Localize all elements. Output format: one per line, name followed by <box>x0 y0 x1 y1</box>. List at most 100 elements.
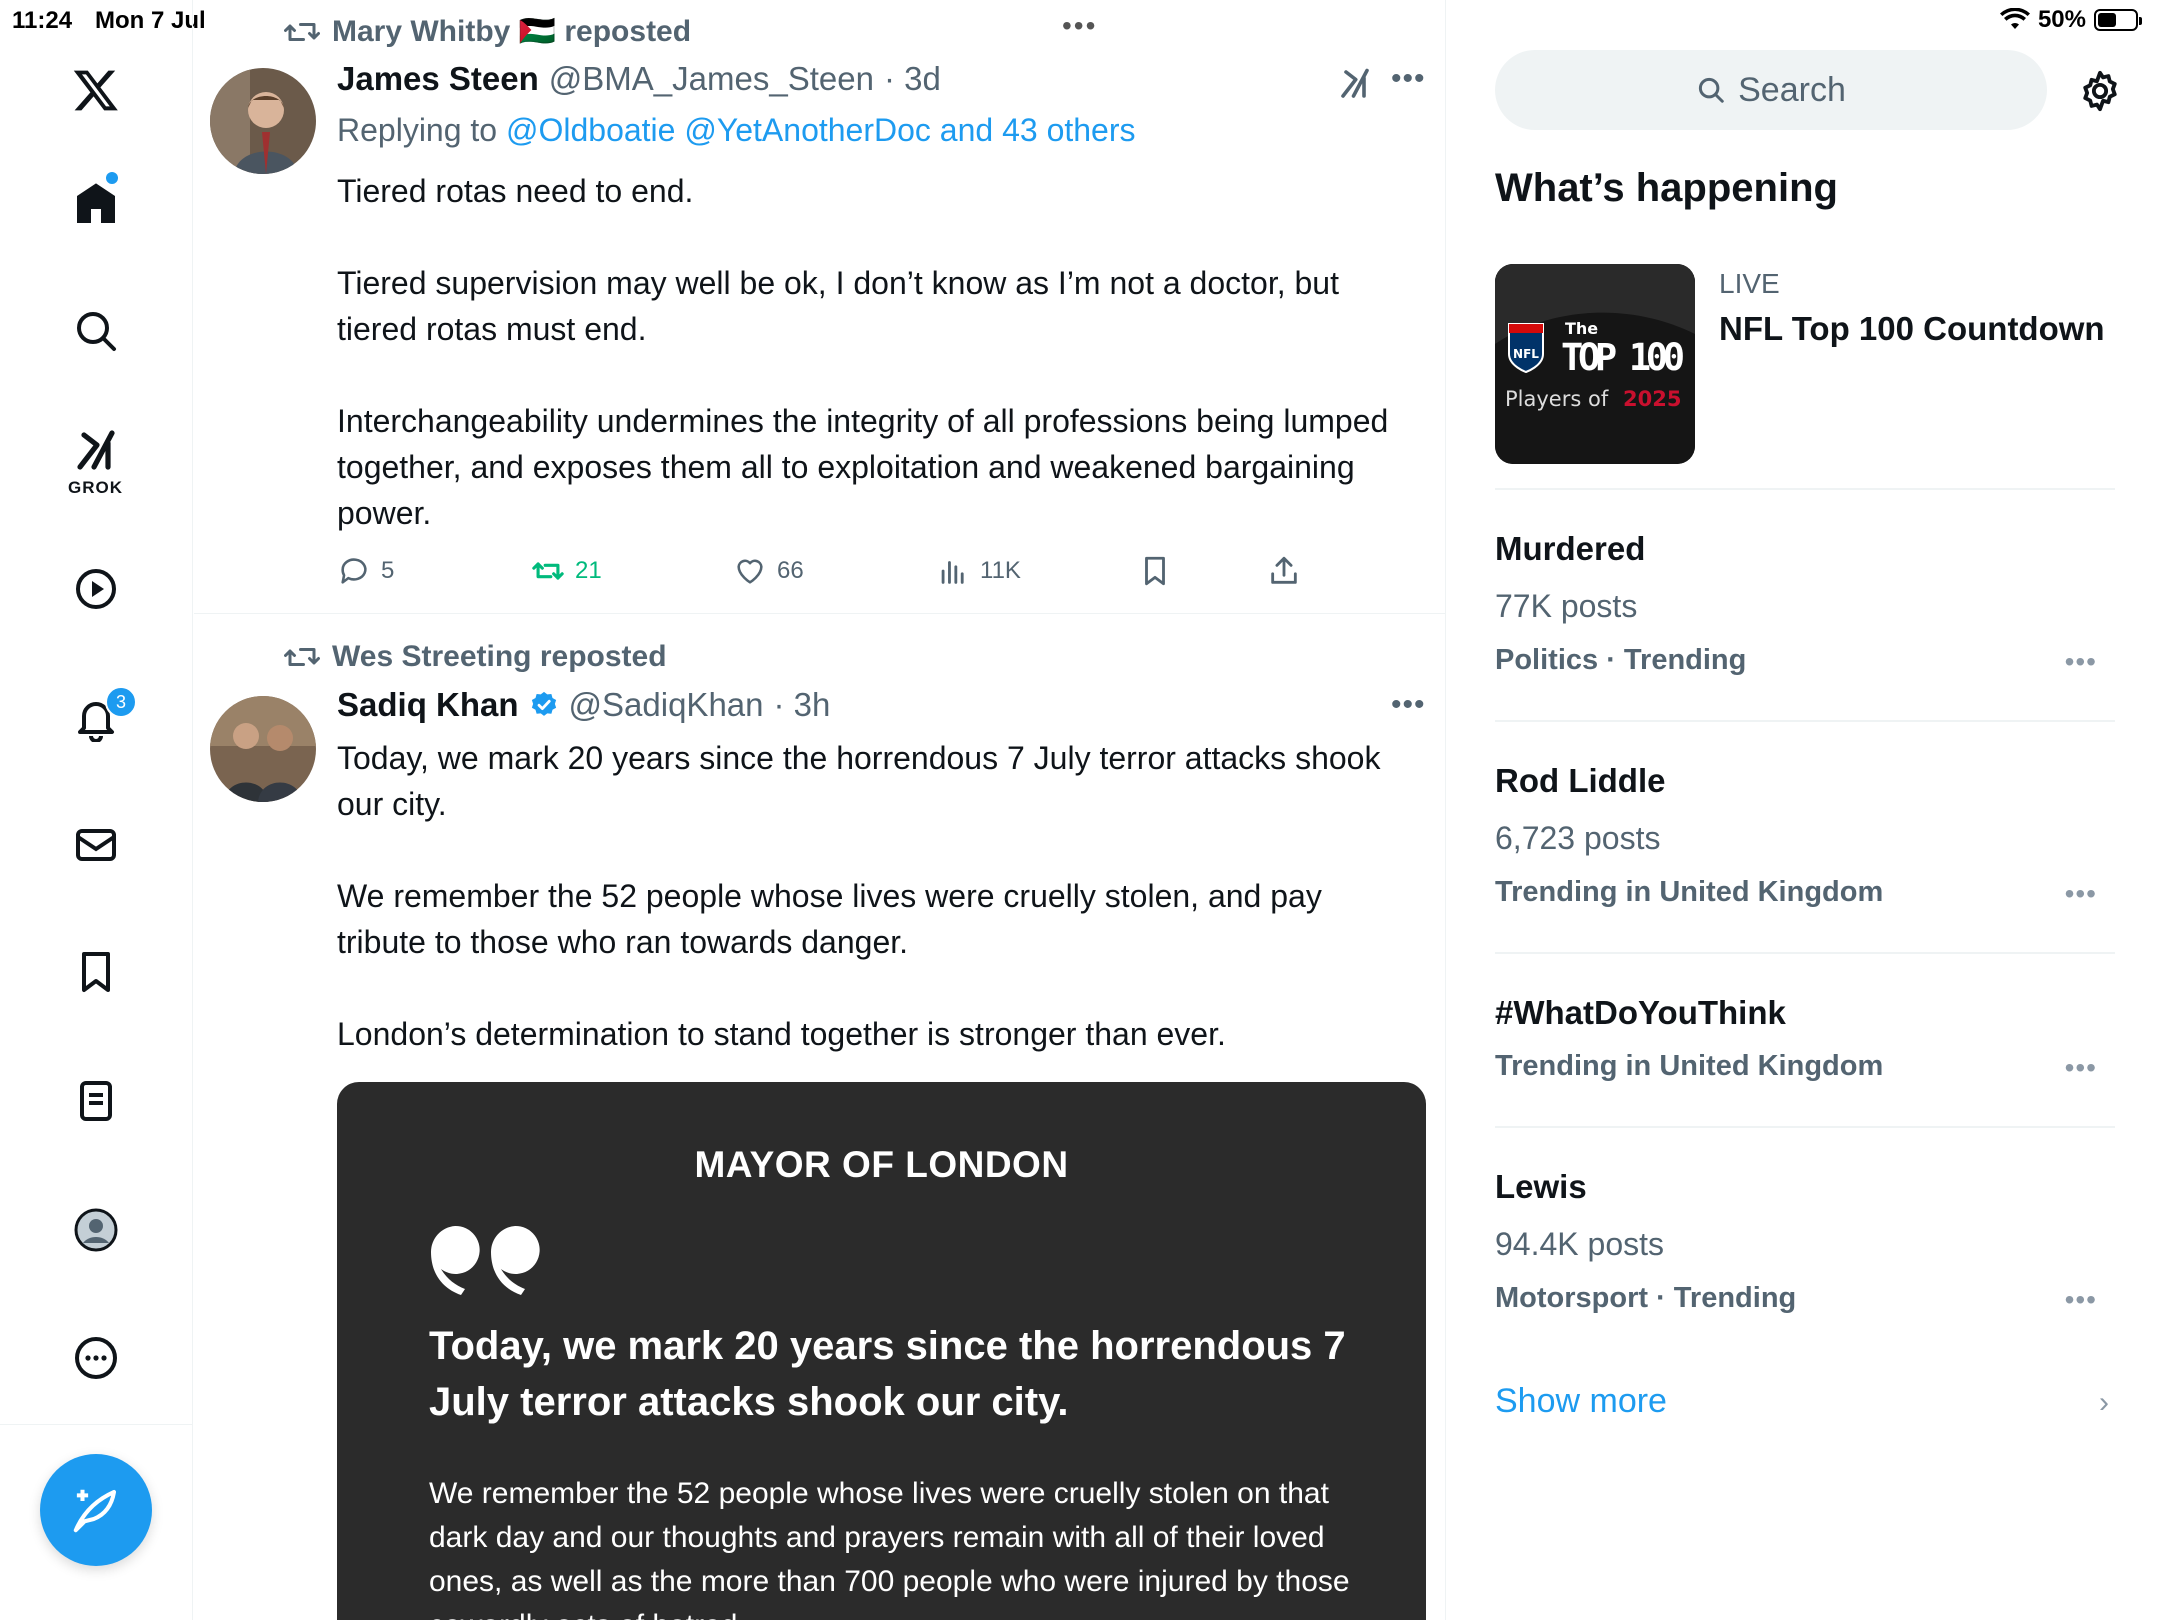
trend-more-icon[interactable]: ••• <box>2065 1284 2097 1316</box>
more-options-icon[interactable] <box>70 1332 122 1384</box>
avatar[interactable] <box>210 696 316 802</box>
avatar[interactable] <box>210 68 316 174</box>
live-label: LIVE <box>1719 268 1780 299</box>
trend-category: Trending in United Kingdom <box>1495 1050 1884 1082</box>
trend-title: Murdered <box>1495 530 1646 567</box>
trend-divider <box>1495 1126 2115 1128</box>
media-body: We remember the 52 people whose lives we… <box>429 1477 1350 1620</box>
home-icon[interactable] <box>70 178 122 230</box>
share-button[interactable] <box>1267 554 1301 588</box>
live-event-card[interactable]: NFL The TOP 100 Players of 2025 LIVE NFL… <box>1495 264 2115 464</box>
repost-icon <box>284 648 320 666</box>
left-navigation: GROK 3 <box>0 0 193 1620</box>
trend-more-icon[interactable]: ••• <box>2065 878 2097 910</box>
author-name[interactable]: Sadiq Khan <box>337 686 519 724</box>
repost-button[interactable]: 21 <box>531 554 602 588</box>
repost-indicator: Mary Whitby 🇵🇸 reposted <box>284 14 691 49</box>
heart-icon <box>737 559 763 584</box>
image-text-top100: TOP 100 <box>1561 336 1685 379</box>
post-author-line: Sadiq Khan @SadiqKhan · 3h <box>337 686 830 724</box>
post-paragraph: London’s determination to stand together… <box>337 1016 1226 1052</box>
post-author-line: James Steen @BMA_James_Steen · 3d <box>337 60 941 98</box>
quote-marks-icon <box>430 1225 540 1295</box>
trend-title: Lewis <box>1495 1168 1587 1205</box>
image-text-players: Players of <box>1505 387 1609 411</box>
trend-more-icon[interactable]: ••• <box>2065 1052 2097 1084</box>
trend-post-count: 77K posts <box>1495 588 1638 624</box>
trend-divider <box>1495 952 2115 954</box>
author-handle[interactable]: @SadiqKhan <box>569 686 764 724</box>
replying-to-links[interactable]: @Oldboatie @YetAnotherDoc and 43 others <box>506 112 1136 148</box>
trend-post-count: 94.4K posts <box>1495 1226 1664 1262</box>
nav-divider <box>0 1424 193 1425</box>
trend-category: Trending in United Kingdom <box>1495 876 1884 908</box>
show-more-link[interactable]: Show more <box>1495 1382 1667 1421</box>
trend-more-icon[interactable]: ••• <box>2065 646 2097 678</box>
search-placeholder: Search <box>1738 70 1846 109</box>
repost-label: Wes Streeting reposted <box>332 640 667 673</box>
live-event-title[interactable]: NFL Top 100 Countdown <box>1719 310 2105 348</box>
like-button[interactable]: 66 <box>733 554 804 588</box>
video-icon[interactable] <box>70 563 122 615</box>
repost-icon <box>284 22 320 41</box>
chevron-right-icon: › <box>2099 1386 2109 1419</box>
verified-badge-icon <box>531 691 556 716</box>
trend-divider <box>1495 720 2115 722</box>
views-count: 11K <box>980 557 1021 584</box>
trend-divider <box>1495 488 2115 490</box>
reply-button[interactable]: 5 <box>337 554 394 588</box>
trend-category: Politics · Trending <box>1495 644 1747 676</box>
media-headline: Today, we mark 20 years since the horren… <box>429 1324 1346 1424</box>
post-text: Tiered rotas need to end. Tiered supervi… <box>337 168 1397 536</box>
author-name[interactable]: James Steen <box>337 60 539 98</box>
grok-label: GROK <box>68 478 123 497</box>
grok-explain-icon[interactable] <box>1337 66 1373 102</box>
post-more-icon[interactable]: ••• <box>1391 688 1426 722</box>
trend-category: Motorsport · Trending <box>1495 1282 1797 1314</box>
x-logo-icon[interactable] <box>70 64 122 116</box>
search-icon[interactable] <box>70 305 122 357</box>
compose-post-button[interactable] <box>40 1454 152 1566</box>
reply-icon <box>341 558 367 584</box>
post-text: Today, we mark 20 years since the horren… <box>337 735 1397 1057</box>
post-paragraph: Interchangeability undermines the integr… <box>337 403 1389 531</box>
media-title: MAYOR OF LONDON <box>694 1144 1069 1185</box>
post-time[interactable]: · 3d <box>884 60 941 98</box>
repost-indicator: Wes Streeting reposted <box>284 640 667 674</box>
home-timeline[interactable]: Mary Whitby 🇵🇸 reposted James Steen @BMA… <box>194 0 1446 1620</box>
profile-avatar-icon[interactable] <box>70 1204 122 1256</box>
image-text-year: 2025 <box>1623 387 1681 411</box>
home-unread-dot <box>106 172 118 184</box>
gear-icon[interactable] <box>2077 68 2123 114</box>
nfl-logo-text: NFL <box>1513 347 1539 361</box>
trend-title: #WhatDoYouThink <box>1495 994 1786 1031</box>
trend-title: Rod Liddle <box>1495 762 1666 799</box>
messages-icon[interactable] <box>70 819 122 871</box>
replying-to: Replying to @Oldboatie @YetAnotherDoc an… <box>337 112 1136 149</box>
bookmark-icon <box>1145 556 1165 586</box>
bookmark-button[interactable] <box>1138 554 1172 588</box>
author-handle[interactable]: @BMA_James_Steen <box>549 60 874 98</box>
views-chart-icon <box>941 561 964 584</box>
share-icon <box>1271 556 1297 584</box>
right-sidebar: Search What’s happening NFL The TOP 100 … <box>1447 0 2160 1620</box>
whats-happening-heading: What’s happening <box>1495 166 1838 210</box>
grok-icon[interactable] <box>70 425 122 477</box>
trend-post-count: 6,723 posts <box>1495 820 1661 856</box>
repost-count: 21 <box>575 557 602 584</box>
notifications-badge: 3 <box>105 686 137 718</box>
post-more-icon[interactable]: ••• <box>1391 62 1426 96</box>
post-time[interactable]: · 3h <box>774 686 831 724</box>
post-paragraph: Today, we mark 20 years since the horren… <box>337 740 1381 822</box>
post-paragraph: Tiered supervision may well be ok, I don… <box>337 265 1339 347</box>
views-button[interactable]: 11K <box>936 554 1021 588</box>
bookmarks-icon[interactable] <box>70 946 122 998</box>
reply-count: 5 <box>381 557 395 584</box>
live-event-image: NFL The TOP 100 Players of 2025 <box>1495 264 1695 464</box>
repost-label: Mary Whitby 🇵🇸 reposted <box>332 15 692 48</box>
search-icon <box>1699 77 1724 103</box>
like-count: 66 <box>777 557 804 584</box>
post-media-card[interactable]: MAYOR OF LONDON Today, we mark 20 years … <box>337 1082 1426 1620</box>
search-input[interactable]: Search <box>1495 50 2047 130</box>
lists-icon[interactable] <box>70 1075 122 1127</box>
